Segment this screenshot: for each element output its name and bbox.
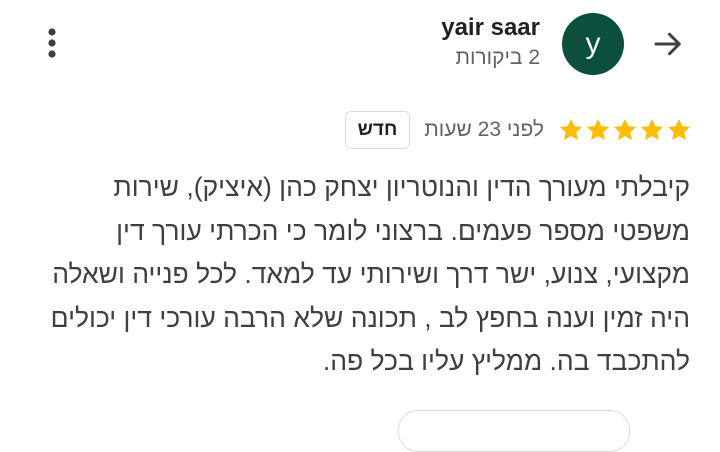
review-text: קיבלתי מעורך הדין והנוטריון יצחק כהן (אי… bbox=[50, 172, 690, 376]
reviewer-name[interactable]: yair saar bbox=[441, 12, 540, 44]
back-button[interactable] bbox=[646, 22, 690, 66]
avatar[interactable]: y bbox=[562, 13, 624, 75]
more-options-button[interactable] bbox=[34, 22, 70, 64]
review-meta: לפני 23 שעות חדש bbox=[344, 110, 692, 150]
avatar-letter: y bbox=[585, 27, 601, 60]
star-icon bbox=[640, 118, 664, 140]
star-rating bbox=[558, 117, 692, 143]
reviewer-review-count: 2 ביקורות bbox=[455, 46, 540, 69]
star-icon bbox=[586, 118, 610, 140]
review-time: לפני 23 שעות bbox=[424, 118, 544, 141]
reviewer-info: yair saar 2 ביקורות bbox=[441, 12, 540, 72]
more-vert-icon bbox=[48, 28, 56, 58]
arrow-forward-icon bbox=[654, 32, 681, 56]
star-icon bbox=[559, 118, 583, 140]
star-icon bbox=[613, 118, 637, 140]
review-card: y yair saar 2 ביקורות לפני 23 שעות חדש ק… bbox=[0, 0, 720, 452]
new-badge: חדש bbox=[344, 111, 411, 149]
helpful-button[interactable] bbox=[398, 410, 630, 452]
star-icon bbox=[667, 118, 691, 140]
